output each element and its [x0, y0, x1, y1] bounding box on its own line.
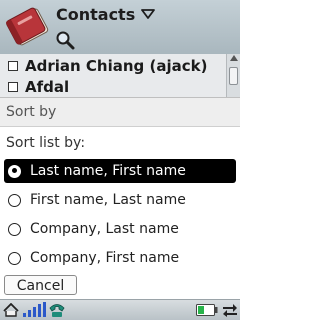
contact-name: Adrian Chiang (ajack) — [25, 56, 208, 75]
scrollbar[interactable] — [226, 54, 240, 97]
list-item[interactable]: Afdal — [0, 76, 226, 97]
battery-icon — [196, 304, 218, 316]
sort-dialog: Sort by Sort list by: Last name, First n… — [0, 97, 240, 299]
sort-prompt: Sort list by: — [6, 135, 86, 151]
home-icon[interactable] — [3, 303, 19, 317]
transfer-arrows-icon — [223, 304, 237, 317]
sort-option-company-last[interactable]: Company, Last name — [4, 217, 236, 241]
app-title[interactable]: Contacts — [56, 5, 135, 24]
triangle-down-icon[interactable] — [141, 9, 156, 19]
option-label: Last name, First name — [30, 163, 186, 179]
radio-button[interactable] — [8, 193, 21, 207]
status-bar — [0, 299, 240, 320]
dialog-title: Sort by — [6, 104, 57, 120]
signal-strength-icon — [23, 302, 46, 317]
sort-option-last-first[interactable]: Last name, First name — [4, 159, 236, 183]
list-item[interactable]: Adrian Chiang (ajack) — [0, 55, 226, 76]
phone-icon[interactable] — [48, 302, 66, 318]
scrollbar-thumb[interactable] — [229, 67, 238, 85]
cancel-button[interactable]: Cancel — [4, 275, 77, 295]
contacts-book-icon[interactable] — [4, 2, 52, 50]
sort-option-first-last[interactable]: First name, Last name — [4, 188, 236, 212]
checkbox[interactable] — [8, 60, 18, 71]
option-label: First name, Last name — [30, 192, 186, 208]
checkbox[interactable] — [8, 81, 18, 92]
dialog-title-bar: Sort by — [0, 97, 240, 127]
sort-option-company-first[interactable]: Company, First name — [4, 246, 236, 270]
radio-button[interactable] — [8, 251, 21, 265]
radio-button[interactable] — [8, 164, 21, 178]
option-label: Company, Last name — [30, 221, 179, 237]
radio-button[interactable] — [8, 222, 21, 236]
app-header: Contacts — [0, 0, 240, 54]
contact-name: Afdal — [25, 77, 70, 96]
scroll-up-arrow-icon[interactable] — [230, 55, 238, 61]
option-label: Company, First name — [30, 250, 180, 266]
contact-list: Adrian Chiang (ajack) Afdal — [0, 54, 240, 97]
magnifier-icon[interactable] — [55, 30, 75, 50]
